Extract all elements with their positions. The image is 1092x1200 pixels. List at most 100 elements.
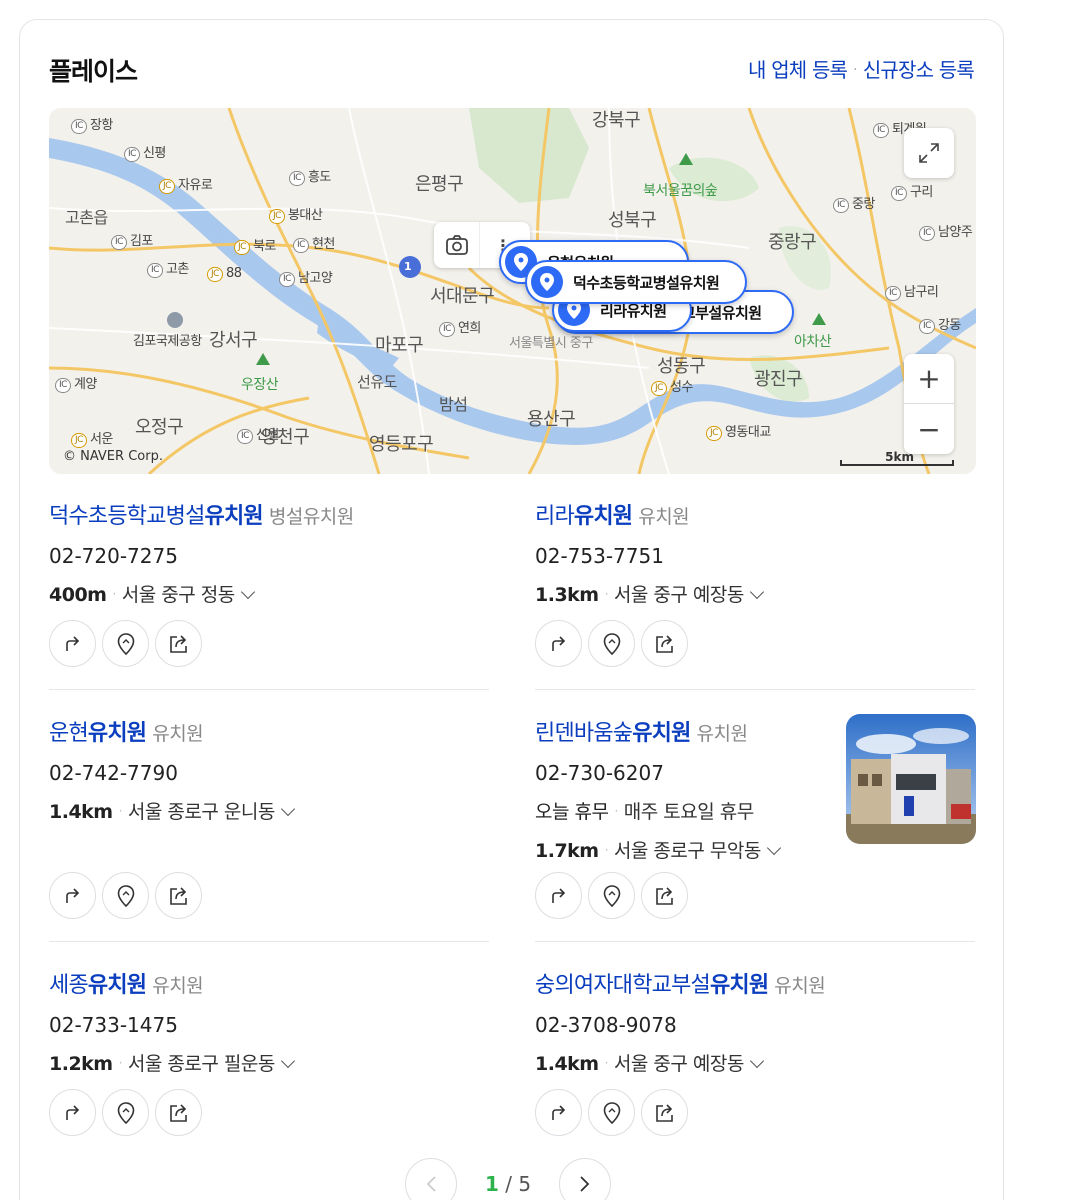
directions-button[interactable] <box>535 872 582 919</box>
map-view[interactable]: 강북구 은평구 성북구 중랑구 서대문구 마포구 성동구 광진구 용산구 영등포… <box>49 108 976 474</box>
place-name-link[interactable]: 세종유치원 유치원 <box>49 967 489 999</box>
share-button[interactable] <box>155 1089 202 1136</box>
jc-badge: JC <box>651 381 667 396</box>
separator: · <box>604 587 609 601</box>
place-label: 고촌읍 <box>65 208 108 227</box>
next-page-button[interactable] <box>559 1158 612 1200</box>
share-button[interactable] <box>641 1089 688 1136</box>
place-name-link[interactable]: 운현유치원 유치원 <box>49 715 489 747</box>
park-label: 우장산 <box>241 377 279 393</box>
road-label: 자유로 <box>177 178 213 193</box>
place-address-toggle[interactable]: 서울 종로구 무악동 <box>614 840 761 862</box>
jc-badge: JC <box>71 433 87 448</box>
road-label: 영동대교 <box>724 425 771 440</box>
list-item: 덕수초등학교병설유치원 병설유치원 02-720-7275 400m · 서울 중구 … <box>49 498 489 607</box>
ic-badge: IC <box>71 119 87 134</box>
directions-button[interactable] <box>535 620 582 667</box>
divider <box>535 689 975 690</box>
chevron-down-icon[interactable] <box>766 840 781 856</box>
place-name-link[interactable]: 숭의여자대학교부설유치원 유치원 <box>535 967 975 999</box>
chevron-down-icon[interactable] <box>749 1053 764 1069</box>
place-card: 플레이스 내 업체 등록 · 신규장소 등록 강북구 은평구 성북구 중랑구 서… <box>19 19 1004 1200</box>
place-name-prefix: 덕수초등학교병설 <box>49 504 205 529</box>
share-icon <box>655 1103 673 1122</box>
map-pin-selected[interactable]: 덕수초등학교병설유치원 <box>525 260 747 304</box>
place-address-toggle[interactable]: 서울 중구 예장동 <box>614 1053 744 1075</box>
directions-icon <box>65 887 79 903</box>
jc-badge: JC <box>269 209 285 224</box>
map-pin-icon <box>117 1101 134 1124</box>
register-business-link[interactable]: 내 업체 등록 <box>748 58 848 82</box>
save-place-button[interactable] <box>102 620 149 667</box>
place-label: 서울특별시 중구 <box>509 336 593 351</box>
road-label: 서운 <box>89 432 113 447</box>
place-phone: 02-720-7275 <box>49 544 178 568</box>
chevron-down-icon[interactable] <box>749 584 764 600</box>
share-button[interactable] <box>155 620 202 667</box>
separator: · <box>118 1056 123 1070</box>
place-thumbnail[interactable] <box>846 714 976 844</box>
place-name-highlight: 유치원 <box>87 973 147 998</box>
action-buttons <box>535 620 688 667</box>
ic-badge: IC <box>919 226 935 241</box>
divider <box>535 941 975 942</box>
place-distance: 1.7km <box>535 840 599 862</box>
divider <box>49 689 489 690</box>
road-label: 남양주 <box>937 225 973 240</box>
zoom-in-button[interactable]: + <box>904 354 954 404</box>
directions-button[interactable] <box>49 620 96 667</box>
road-label: 계양 <box>73 377 97 392</box>
expand-map-button[interactable] <box>904 128 954 178</box>
list-item: 린덴바움숲유치원 유치원 02-730-6207 오늘 휴무 · 매주 토요일 휴무 … <box>535 715 835 863</box>
road-label: 고촌 <box>165 262 189 277</box>
place-name-link[interactable]: 리라유치원 유치원 <box>535 498 975 530</box>
place-location: 1.2km · 서울 종로구 필운동 <box>49 1049 489 1076</box>
save-place-button[interactable] <box>588 872 635 919</box>
jc-badge: JC <box>706 426 722 441</box>
district-label: 서대문구 <box>430 286 495 307</box>
place-name-link[interactable]: 덕수초등학교병설유치원 병설유치원 <box>49 498 489 530</box>
share-icon <box>169 1103 187 1122</box>
directions-button[interactable] <box>49 1089 96 1136</box>
ic-badge: IC <box>891 186 907 201</box>
road-label: 북로 <box>252 239 276 254</box>
pagination: 1 / 5 <box>405 1158 612 1200</box>
save-place-button[interactable] <box>102 872 149 919</box>
map-pin-icon <box>117 884 134 907</box>
ic-badge: IC <box>885 286 901 301</box>
place-address-toggle[interactable]: 서울 종로구 필운동 <box>128 1053 275 1075</box>
directions-icon <box>551 635 565 651</box>
place-name-prefix: 운현 <box>49 721 89 746</box>
save-place-button[interactable] <box>102 1089 149 1136</box>
place-category: 병설유치원 <box>268 506 354 528</box>
place-address-toggle[interactable]: 서울 종로구 운니동 <box>128 801 275 823</box>
share-button[interactable] <box>155 872 202 919</box>
place-name-prefix: 린덴바움숲 <box>535 721 633 746</box>
place-address-toggle[interactable]: 서울 중구 예장동 <box>614 584 744 606</box>
share-button[interactable] <box>641 620 688 667</box>
zoom-out-button[interactable]: − <box>904 404 954 454</box>
chevron-down-icon[interactable] <box>240 584 255 600</box>
place-category: 유치원 <box>774 975 826 997</box>
directions-button[interactable] <box>535 1089 582 1136</box>
district-label: 성동구 <box>657 356 706 377</box>
action-buttons <box>49 620 202 667</box>
place-distance: 1.4km <box>535 1053 599 1075</box>
ic-badge: IC <box>439 322 455 337</box>
current-page: 1 <box>485 1172 499 1196</box>
place-address-toggle[interactable]: 서울 중구 정동 <box>122 584 235 606</box>
ic-badge: IC <box>293 238 309 253</box>
camera-icon[interactable] <box>434 222 480 268</box>
road-label: 김포 <box>129 234 153 249</box>
prev-page-button[interactable] <box>405 1158 457 1200</box>
share-button[interactable] <box>641 872 688 919</box>
chevron-down-icon[interactable] <box>280 1053 295 1069</box>
district-label: 중랑구 <box>768 232 817 253</box>
register-new-place-link[interactable]: 신규장소 등록 <box>863 58 975 82</box>
directions-button[interactable] <box>49 872 96 919</box>
place-name-link[interactable]: 린덴바움숲유치원 유치원 <box>535 715 835 747</box>
save-place-button[interactable] <box>588 620 635 667</box>
chevron-down-icon[interactable] <box>280 801 295 817</box>
list-item: 운현유치원 유치원 02-742-7790 1.4km · 서울 종로구 운니동 <box>49 715 489 824</box>
save-place-button[interactable] <box>588 1089 635 1136</box>
